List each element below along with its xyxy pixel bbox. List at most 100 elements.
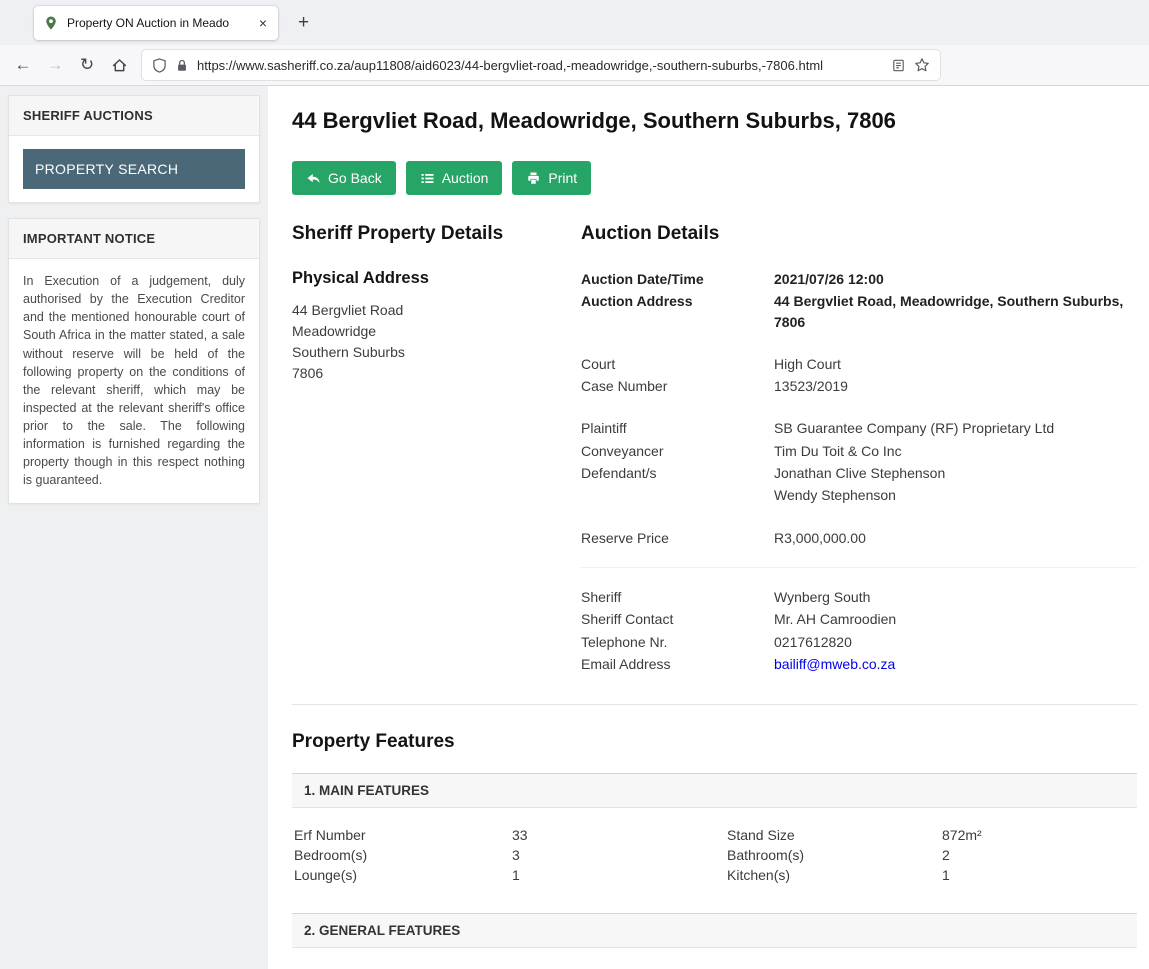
tab-title: Property ON Auction in Meado	[67, 16, 249, 30]
row-value: Jonathan Clive Stephenson	[774, 463, 1137, 483]
row-label: Sheriff Contact	[581, 609, 774, 629]
auction-row: Auction Address 44 Bergvliet Road, Meado…	[581, 291, 1137, 332]
bookmark-star-icon[interactable]	[914, 57, 930, 73]
auction-button[interactable]: Auction	[406, 161, 503, 195]
feature-value: 1	[942, 865, 1135, 885]
feature-label: Outer Wall Type	[727, 965, 942, 969]
auction-row: Telephone Nr. 0217612820	[581, 632, 1137, 652]
important-notice-text: In Execution of a judgement, duly author…	[23, 272, 245, 490]
go-back-button[interactable]: Go Back	[292, 161, 396, 195]
row-label: Auction Date/Time	[581, 269, 774, 289]
row-label	[581, 485, 774, 505]
auction-row: Email Address bailiff@mweb.co.za	[581, 654, 1137, 674]
auction-details-column: Auction Details Auction Date/Time 2021/0…	[581, 223, 1137, 676]
main-features-header: 1. MAIN FEATURES	[292, 773, 1137, 808]
row-value: R3,000,000.00	[774, 528, 1137, 548]
print-button[interactable]: Print	[512, 161, 591, 195]
auction-row: Auction Date/Time 2021/07/26 12:00	[581, 269, 1137, 289]
row-label: Reserve Price	[581, 528, 774, 548]
sidebar: SHERIFF AUCTIONS PROPERTY SEARCH IMPORTA…	[0, 86, 268, 969]
auction-row: Sheriff Contact Mr. AH Camroodien	[581, 609, 1137, 629]
feature-value: BRICK BUILDING	[942, 965, 1135, 969]
feature-label: Bathroom(s)	[727, 845, 942, 865]
row-value: 0217612820	[774, 632, 1137, 652]
sheriff-email-link[interactable]: bailiff@mweb.co.za	[774, 656, 895, 672]
feature-label: Kitchen(s)	[727, 865, 942, 885]
important-notice-title: IMPORTANT NOTICE	[9, 219, 259, 259]
divider	[581, 567, 1137, 568]
general-features-grid: Garage(s) 1 Outer Wall Type BRICK BUILDI…	[292, 948, 1137, 969]
auction-row: Plaintiff SB Guarantee Company (RF) Prop…	[581, 418, 1137, 438]
address-line: Meadowridge	[292, 321, 581, 342]
feature-label: Lounge(s)	[294, 865, 512, 885]
auction-details-heading: Auction Details	[581, 223, 1137, 245]
address-line: 7806	[292, 363, 581, 384]
new-tab-button[interactable]: +	[290, 10, 317, 36]
url-text: https://www.sasheriff.co.za/aup11808/aid…	[197, 58, 883, 73]
row-value: High Court	[774, 354, 1137, 374]
browser-window: Property ON Auction in Meado × + ← → ↻ h…	[0, 0, 1149, 969]
auction-row: Defendant/s Jonathan Clive Stephenson	[581, 463, 1137, 483]
tab-close-icon[interactable]: ×	[257, 15, 269, 31]
row-value: 44 Bergvliet Road, Meadowridge, Southern…	[774, 291, 1137, 332]
feature-label: Garage(s)	[294, 965, 512, 969]
browser-toolbar: ← → ↻ https://www.sasheriff.co.za/aup118…	[0, 45, 1149, 86]
auction-row: Reserve Price R3,000,000.00	[581, 528, 1137, 548]
page-content: SHERIFF AUCTIONS PROPERTY SEARCH IMPORTA…	[0, 86, 1149, 969]
home-icon[interactable]	[104, 50, 134, 80]
page-title: 44 Bergvliet Road, Meadowridge, Southern…	[292, 108, 1137, 134]
row-value: Mr. AH Camroodien	[774, 609, 1137, 629]
property-search-button[interactable]: PROPERTY SEARCH	[23, 149, 245, 189]
row-label: Sheriff	[581, 587, 774, 607]
auction-row: Conveyancer Tim Du Toit & Co Inc	[581, 441, 1137, 461]
row-value: 2021/07/26 12:00	[774, 269, 1137, 289]
section-divider	[292, 704, 1137, 705]
printer-icon	[526, 171, 541, 186]
feature-value: 1	[512, 965, 727, 969]
browser-tab[interactable]: Property ON Auction in Meado ×	[34, 6, 278, 40]
property-features-heading: Property Features	[292, 731, 1137, 753]
auction-row: Case Number 13523/2019	[581, 376, 1137, 396]
feature-label: Erf Number	[294, 825, 512, 845]
main-features-grid: Erf Number 33 Stand Size 872m² Bedroom(s…	[292, 808, 1137, 893]
auction-label: Auction	[442, 170, 489, 186]
go-back-label: Go Back	[328, 170, 382, 186]
shield-icon[interactable]	[152, 58, 167, 73]
url-bar[interactable]: https://www.sasheriff.co.za/aup11808/aid…	[142, 50, 940, 80]
back-icon[interactable]: ←	[8, 50, 38, 80]
reload-icon[interactable]: ↻	[72, 50, 102, 80]
row-value: Wynberg South	[774, 587, 1137, 607]
row-label: Plaintiff	[581, 418, 774, 438]
reader-view-icon[interactable]	[891, 58, 906, 73]
row-label: Email Address	[581, 654, 774, 674]
main-content: 44 Bergvliet Road, Meadowridge, Southern…	[268, 86, 1149, 969]
auction-row: Wendy Stephenson	[581, 485, 1137, 505]
feature-label: Bedroom(s)	[294, 845, 512, 865]
row-value: Wendy Stephenson	[774, 485, 1137, 505]
row-label: Court	[581, 354, 774, 374]
feature-value: 1	[512, 865, 727, 885]
property-details-column: Sheriff Property Details Physical Addres…	[292, 223, 581, 676]
feature-value: 3	[512, 845, 727, 865]
row-value: SB Guarantee Company (RF) Proprietary Lt…	[774, 418, 1137, 438]
details-columns: Sheriff Property Details Physical Addres…	[292, 223, 1137, 676]
row-label: Telephone Nr.	[581, 632, 774, 652]
print-label: Print	[548, 170, 577, 186]
list-icon	[420, 171, 435, 186]
physical-address-heading: Physical Address	[292, 269, 581, 288]
tab-bar: Property ON Auction in Meado × +	[0, 0, 1149, 45]
property-details-heading: Sheriff Property Details	[292, 223, 581, 245]
row-label: Case Number	[581, 376, 774, 396]
row-label: Conveyancer	[581, 441, 774, 461]
sheriff-auctions-panel: SHERIFF AUCTIONS PROPERTY SEARCH	[8, 95, 260, 203]
feature-value: 872m²	[942, 825, 1135, 845]
lock-icon[interactable]	[175, 58, 189, 73]
row-value: 13523/2019	[774, 376, 1137, 396]
general-features-header: 2. GENERAL FEATURES	[292, 913, 1137, 948]
feature-label: Stand Size	[727, 825, 942, 845]
feature-value: 33	[512, 825, 727, 845]
row-label: Defendant/s	[581, 463, 774, 483]
forward-icon[interactable]: →	[40, 50, 70, 80]
address-line: Southern Suburbs	[292, 342, 581, 363]
row-value: Tim Du Toit & Co Inc	[774, 441, 1137, 461]
